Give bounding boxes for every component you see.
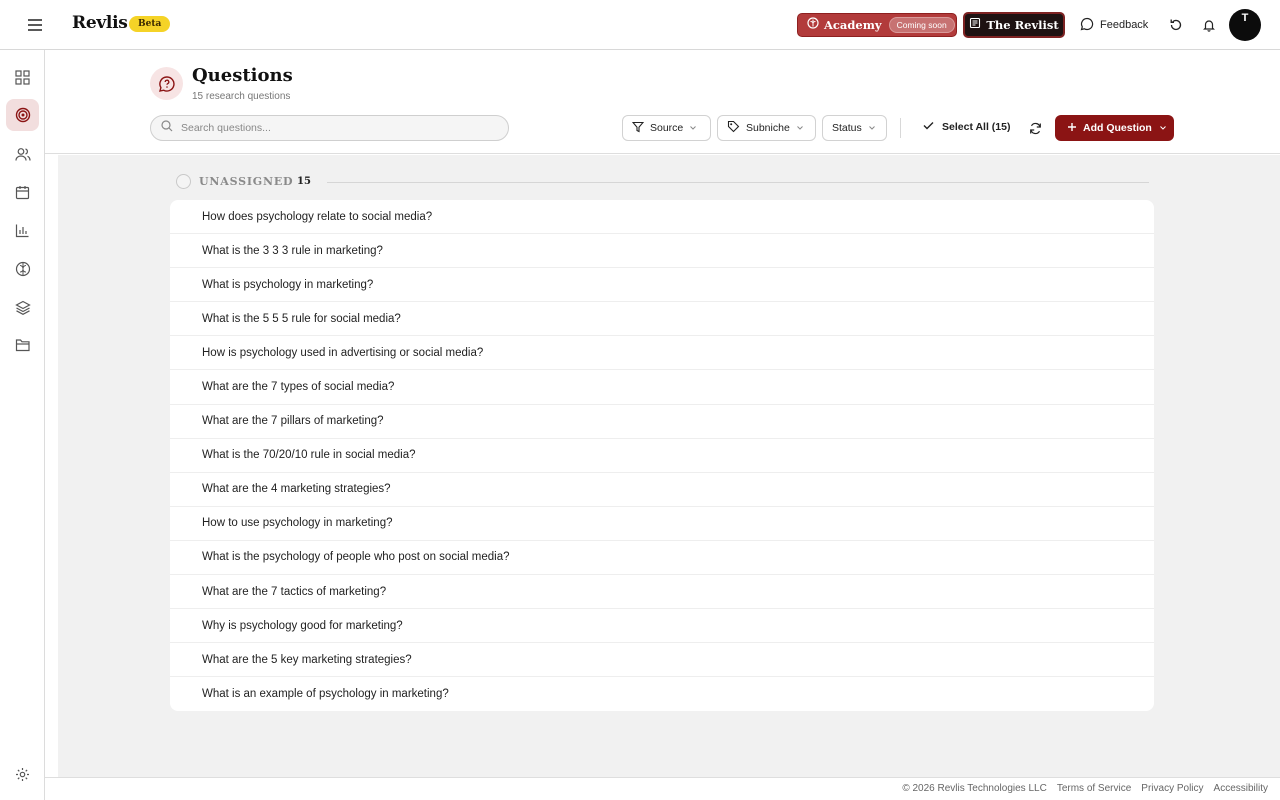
copyright: © 2026 Revlis Technologies LLC [902, 783, 1047, 794]
bar-chart-icon[interactable] [6, 214, 39, 246]
group-select-checkbox[interactable] [176, 174, 191, 189]
filter-icon [631, 121, 645, 136]
settings-icon[interactable] [6, 758, 39, 790]
question-row[interactable]: What is the psychology of people who pos… [170, 541, 1154, 576]
search-box[interactable] [150, 115, 509, 141]
chevron-down-icon [868, 122, 876, 134]
question-row[interactable]: How does psychology relate to social med… [170, 200, 1154, 235]
question-row[interactable]: What are the 7 types of social media? [170, 370, 1154, 405]
privacy-link[interactable]: Privacy Policy [1141, 783, 1203, 794]
group-label: UNASSIGNED [199, 175, 294, 188]
status-filter-label: Status [832, 122, 862, 134]
footer-links: © 2026 Revlis Technologies LLC Terms of … [892, 783, 1268, 794]
revlist-label: The Revlist [986, 18, 1059, 32]
question-row[interactable]: What is the 5 5 5 rule for social media? [170, 302, 1154, 337]
add-question-button[interactable]: Add Question [1055, 115, 1174, 141]
coming-soon-badge: Coming soon [888, 17, 955, 33]
question-row[interactable]: What are the 4 marketing strategies? [170, 473, 1154, 507]
footer: © 2026 Revlis Technologies LLC Terms of … [45, 777, 1280, 800]
accessibility-link[interactable]: Accessibility [1214, 783, 1268, 794]
search-icon [161, 119, 173, 137]
revlist-button[interactable]: The Revlist [963, 12, 1065, 38]
search-input[interactable] [181, 122, 481, 134]
target-icon[interactable] [6, 99, 39, 131]
main-content: UNASSIGNED 15 How does psychology relate… [58, 155, 1280, 777]
select-all-button[interactable]: Select All (15) [923, 121, 1010, 133]
academy-label: Academy [824, 18, 882, 32]
history-icon[interactable] [1166, 15, 1186, 35]
avatar[interactable]: T [1229, 9, 1261, 41]
app-logo[interactable]: Revlis [72, 13, 128, 33]
refresh-icon[interactable] [1027, 120, 1043, 136]
question-chat-icon [150, 67, 183, 100]
question-row[interactable]: How is psychology used in advertising or… [170, 336, 1154, 371]
chevron-down-icon [689, 122, 697, 134]
subniche-filter-label: Subniche [746, 122, 790, 134]
academy-button[interactable]: Academy Coming soon [797, 13, 957, 37]
dashboard-icon[interactable] [6, 61, 39, 93]
source-filter[interactable]: Source [622, 115, 711, 141]
sidebar [0, 50, 45, 800]
question-row[interactable]: What is the 70/20/10 rule in social medi… [170, 439, 1154, 473]
academy-icon [807, 16, 819, 34]
layers-icon[interactable] [6, 291, 39, 323]
question-row[interactable]: What are the 7 pillars of marketing? [170, 405, 1154, 439]
question-row[interactable]: What are the 5 key marketing strategies? [170, 643, 1154, 678]
terms-link[interactable]: Terms of Service [1057, 783, 1131, 794]
page-title: Questions [192, 65, 293, 86]
group-count: 15 [297, 176, 311, 187]
plus-icon [1067, 122, 1077, 135]
page-subtitle: 15 research questions [192, 91, 291, 102]
select-all-label: Select All (15) [942, 121, 1011, 133]
question-row[interactable]: What is the 3 3 3 rule in marketing? [170, 234, 1154, 269]
top-bar: Revlis Beta Academy Coming soon The Revl… [0, 0, 1280, 50]
question-row[interactable]: What is psychology in marketing? [170, 268, 1154, 303]
add-question-label: Add Question [1083, 122, 1152, 134]
bell-icon[interactable] [1199, 15, 1219, 35]
question-row[interactable]: Why is psychology good for marketing? [170, 609, 1154, 644]
question-list: How does psychology relate to social med… [170, 200, 1154, 711]
question-row[interactable]: How to use psychology in marketing? [170, 507, 1154, 541]
group-divider [327, 182, 1149, 183]
chevron-down-icon [1159, 122, 1167, 134]
question-row[interactable]: What is an example of psychology in mark… [170, 677, 1154, 711]
question-row[interactable]: What are the 7 tactics of marketing? [170, 575, 1154, 610]
chat-bubble-icon [1080, 17, 1094, 34]
users-icon[interactable] [6, 138, 39, 170]
source-filter-label: Source [650, 122, 684, 134]
feedback-label: Feedback [1100, 19, 1149, 31]
check-icon [923, 121, 934, 133]
tag-icon [727, 120, 740, 136]
toolbar-divider [900, 118, 901, 138]
subniche-filter[interactable]: Subniche [717, 115, 816, 141]
feedback-button[interactable]: Feedback [1080, 16, 1148, 34]
page-header: Questions 15 research questions Source S… [45, 50, 1280, 154]
brain-icon[interactable] [6, 253, 39, 285]
beta-badge: Beta [129, 16, 171, 32]
calendar-icon[interactable] [6, 176, 39, 208]
newspaper-icon [969, 16, 981, 34]
menu-icon[interactable] [24, 14, 46, 36]
chevron-down-icon [796, 122, 804, 134]
status-filter[interactable]: Status [822, 115, 887, 141]
folder-icon[interactable] [6, 329, 39, 361]
